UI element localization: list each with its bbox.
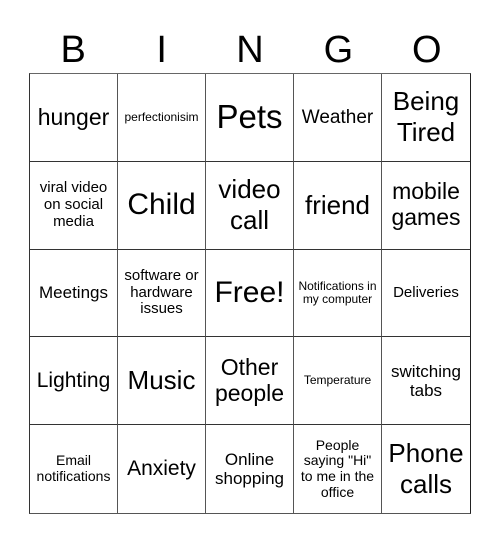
header-letter-g: G: [323, 29, 354, 71]
bingo-cell[interactable]: Lighting: [30, 337, 118, 426]
bingo-cell[interactable]: Child: [118, 161, 206, 250]
header-letter-o: O: [412, 29, 442, 71]
header-letter-b: B: [60, 29, 86, 71]
bingo-cell[interactable]: Email notifications: [30, 425, 118, 513]
bingo-cell[interactable]: Pets: [206, 74, 294, 162]
bingo-cell[interactable]: hunger: [30, 74, 118, 162]
bingo-cell[interactable]: Anxiety: [118, 425, 206, 513]
bingo-cell[interactable]: perfectionisim: [118, 74, 206, 162]
bingo-cell[interactable]: Weather: [294, 74, 382, 162]
bingo-cell[interactable]: video call: [206, 161, 294, 250]
bingo-cell[interactable]: Meetings: [30, 249, 118, 338]
bingo-cell[interactable]: Deliveries: [382, 250, 470, 338]
bingo-cell[interactable]: Music: [118, 337, 206, 426]
bingo-cell[interactable]: viral video on social media: [30, 161, 118, 250]
header-letter-n: N: [236, 29, 264, 71]
bingo-cell[interactable]: mobile games: [382, 162, 470, 250]
bingo-cell[interactable]: Phone calls: [382, 425, 470, 513]
bingo-header: B I N G O: [29, 28, 471, 72]
bingo-cell[interactable]: friend: [294, 161, 382, 250]
bingo-cell[interactable]: switching tabs: [382, 337, 470, 426]
bingo-cell[interactable]: People saying "Hi" to me in the office: [294, 425, 382, 513]
bingo-cell[interactable]: Temperature: [294, 337, 382, 426]
free-space-cell[interactable]: Free!: [206, 249, 294, 338]
bingo-cell[interactable]: Other people: [206, 337, 294, 426]
bingo-grid: hunger perfectionisim Pets Weather Being…: [29, 73, 471, 514]
bingo-cell[interactable]: software or hardware issues: [118, 249, 206, 338]
header-letter-i: I: [156, 29, 167, 71]
bingo-cell[interactable]: Notifications in my computer: [294, 249, 382, 338]
bingo-cell[interactable]: Being Tired: [382, 74, 470, 162]
bingo-cell[interactable]: Online shopping: [206, 425, 294, 513]
